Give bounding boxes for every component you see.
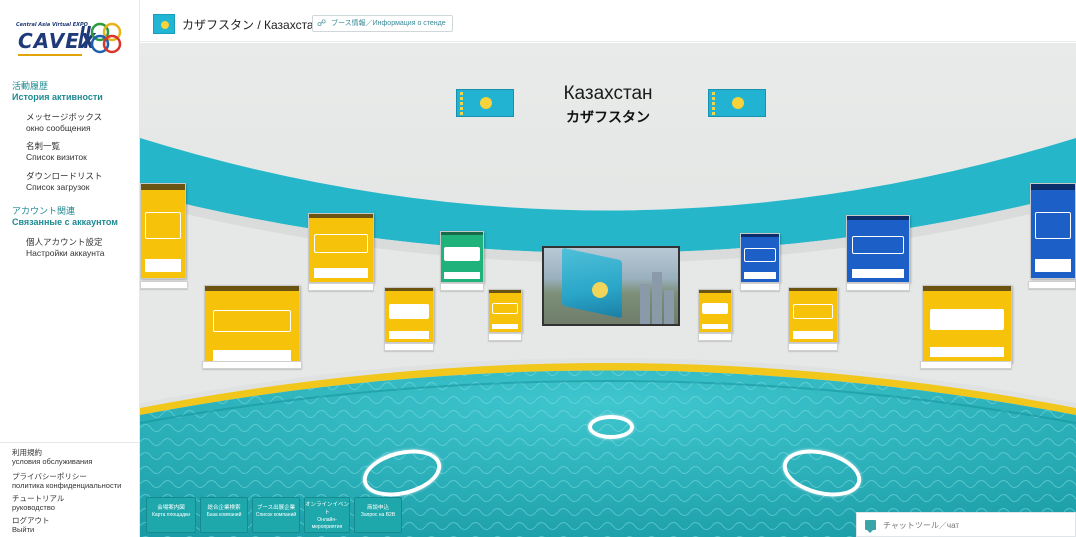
exhibitor-poster[interactable] xyxy=(384,287,434,343)
exhibitors-list-button[interactable]: ブース出展企業 Список компаний xyxy=(252,497,300,533)
link-ru: руководство xyxy=(12,503,55,512)
logo-rings-icon xyxy=(90,22,122,54)
exhibitor-label xyxy=(740,283,780,291)
exhibitor-poster[interactable] xyxy=(140,183,186,279)
booth-3d-scene[interactable]: Казахстан カザフスタン xyxy=(140,43,1076,537)
exhibitor-poster[interactable] xyxy=(308,213,374,283)
link-ru: условия обслуживания xyxy=(12,457,93,466)
b2b-request-button[interactable]: 商談申込 Запрос на B2B xyxy=(354,497,402,533)
exhibitor-poster[interactable] xyxy=(846,215,910,283)
sidebar-section-account: アカウント関連 Связанные с аккаунтом xyxy=(12,206,118,228)
link-jp: プライバシーポリシー xyxy=(12,472,87,481)
exhibitor-poster[interactable] xyxy=(698,289,732,333)
privacy-link[interactable]: プライバシーポリシー политика конфиденциальности xyxy=(12,472,121,490)
logo-underline xyxy=(18,54,82,56)
sidebar-item-account-settings[interactable]: 個人アカウント設定 Настройки аккаунта xyxy=(26,237,105,259)
floor-nav-ring-center[interactable] xyxy=(588,415,634,439)
topbar: カザフスタン / Казахстан ☍ ブース情報／Информация о … xyxy=(140,0,1076,42)
button-label-jp: 商談申込 xyxy=(366,505,389,511)
sidebar-item-business-cards[interactable]: 名刺一覧 Список визиток xyxy=(26,141,87,163)
sidebar-heading-activity: 活動履歴 История активности xyxy=(12,81,103,103)
nav-label-ru: Список визиток xyxy=(26,152,87,162)
online-events-button[interactable]: オンラインイベント Онлайн-мероприятия xyxy=(304,497,350,533)
link-ru: политика конфиденциальности xyxy=(12,481,122,490)
booth-info-button[interactable]: ☍ ブース情報／Информация о стенде xyxy=(312,15,453,32)
button-label-jp: オンラインイベント xyxy=(305,502,350,516)
button-label-ru: Карта площадки xyxy=(151,512,191,518)
booth-info-label: ブース情報／Информация о стенде xyxy=(331,20,446,27)
kazakhstan-flag-icon xyxy=(153,14,175,34)
nav-label-jp: 個人アカウント設定 xyxy=(26,237,103,247)
company-search-button[interactable]: 総合企業検索 База компаний xyxy=(200,497,248,533)
link-icon: ☍ xyxy=(317,18,327,28)
chat-tool-button[interactable]: チャットツール／чат xyxy=(856,512,1076,537)
exhibitor-label xyxy=(384,343,434,351)
exhibitor-label xyxy=(920,361,1012,369)
button-label-jp: 会場案内図 xyxy=(157,505,185,511)
exhibitor-poster[interactable] xyxy=(204,285,300,367)
button-label-ru: Запрос на B2B xyxy=(360,512,396,518)
nav-label-ru: Настройки аккаунта xyxy=(26,248,105,258)
sidebar: Central Asia Virtual EXPO CAVEX 活動履歴 Ист… xyxy=(0,0,140,537)
tutorial-link[interactable]: チュートリアル руководство xyxy=(12,494,64,512)
heading-jp: アカウント関連 xyxy=(12,206,76,216)
nav-label-jp: ダウンロードリスト xyxy=(26,171,103,181)
chat-label: チャットツール／чат xyxy=(883,521,960,530)
exhibitor-label xyxy=(488,333,522,341)
button-label-ru: Список компаний xyxy=(255,512,297,518)
exhibitor-label xyxy=(202,361,302,369)
hall-title: Казахстан カザフスタン xyxy=(518,83,698,127)
chat-icon xyxy=(865,520,876,533)
button-label-ru: Онлайн-мероприятия xyxy=(311,517,343,530)
link-ru: Выйти xyxy=(12,525,35,534)
heading-ru: Связанные с аккаунтом xyxy=(12,217,118,227)
link-jp: 利用規約 xyxy=(12,448,42,457)
exhibitor-poster[interactable] xyxy=(788,287,838,343)
exhibitor-poster[interactable] xyxy=(922,285,1012,363)
nav-label-ru: Список загрузок xyxy=(26,182,90,192)
logout-link[interactable]: ログアウト Выйти xyxy=(12,516,50,534)
venue-map-button[interactable]: 会場案内図 Карта площадки xyxy=(146,497,196,533)
hall-title-ru: Казахстан xyxy=(563,83,653,104)
hall-title-jp: カザフスタン xyxy=(566,109,650,125)
link-jp: チュートリアル xyxy=(12,494,65,503)
exhibitor-label xyxy=(308,283,374,291)
exhibitor-label xyxy=(846,283,910,291)
exhibitor-label xyxy=(140,281,188,289)
cavex-logo[interactable]: Central Asia Virtual EXPO CAVEX xyxy=(8,12,132,62)
sidebar-item-downloads[interactable]: ダウンロードリスト Список загрузок xyxy=(26,171,103,193)
flag-sun xyxy=(592,282,608,298)
exhibitor-label xyxy=(698,333,732,341)
exhibitor-poster[interactable] xyxy=(488,289,522,333)
sidebar-heading-account: アカウント関連 Связанные с аккаунтом xyxy=(12,206,118,228)
sidebar-section-activity: 活動履歴 История активности xyxy=(12,81,103,103)
heading-jp: 活動履歴 xyxy=(12,81,49,91)
exhibitor-poster[interactable] xyxy=(440,231,484,283)
waving-flag xyxy=(562,248,622,319)
exhibitor-label xyxy=(440,283,484,291)
exhibitor-label xyxy=(788,343,838,351)
exhibitor-poster[interactable] xyxy=(740,233,780,283)
booth-video-screen[interactable] xyxy=(542,246,680,326)
button-label-jp: ブース出展企業 xyxy=(256,505,296,511)
button-label-jp: 総合企業検索 xyxy=(207,505,241,511)
nav-label-jp: 名刺一覧 xyxy=(26,141,61,151)
exhibitor-label xyxy=(1028,281,1076,289)
exhibitor-poster[interactable] xyxy=(1030,183,1076,279)
sidebar-item-messages[interactable]: メッセージボックス окно сообщения xyxy=(26,112,102,134)
app-root: Central Asia Virtual EXPO CAVEX 活動履歴 Ист… xyxy=(0,0,1076,537)
heading-ru: История активности xyxy=(12,92,103,102)
kazakhstan-flag-left-icon xyxy=(456,89,514,117)
nav-label-jp: メッセージボックス xyxy=(26,112,103,122)
kazakhstan-flag-right-icon xyxy=(708,89,766,117)
button-label-ru: База компаний xyxy=(206,512,242,518)
booth-title: カザフスタン / Казахстан xyxy=(182,18,321,32)
nav-label-ru: окно сообщения xyxy=(26,123,91,133)
link-jp: ログアウト xyxy=(12,516,50,525)
terms-link[interactable]: 利用規約 условия обслуживания xyxy=(12,448,92,466)
